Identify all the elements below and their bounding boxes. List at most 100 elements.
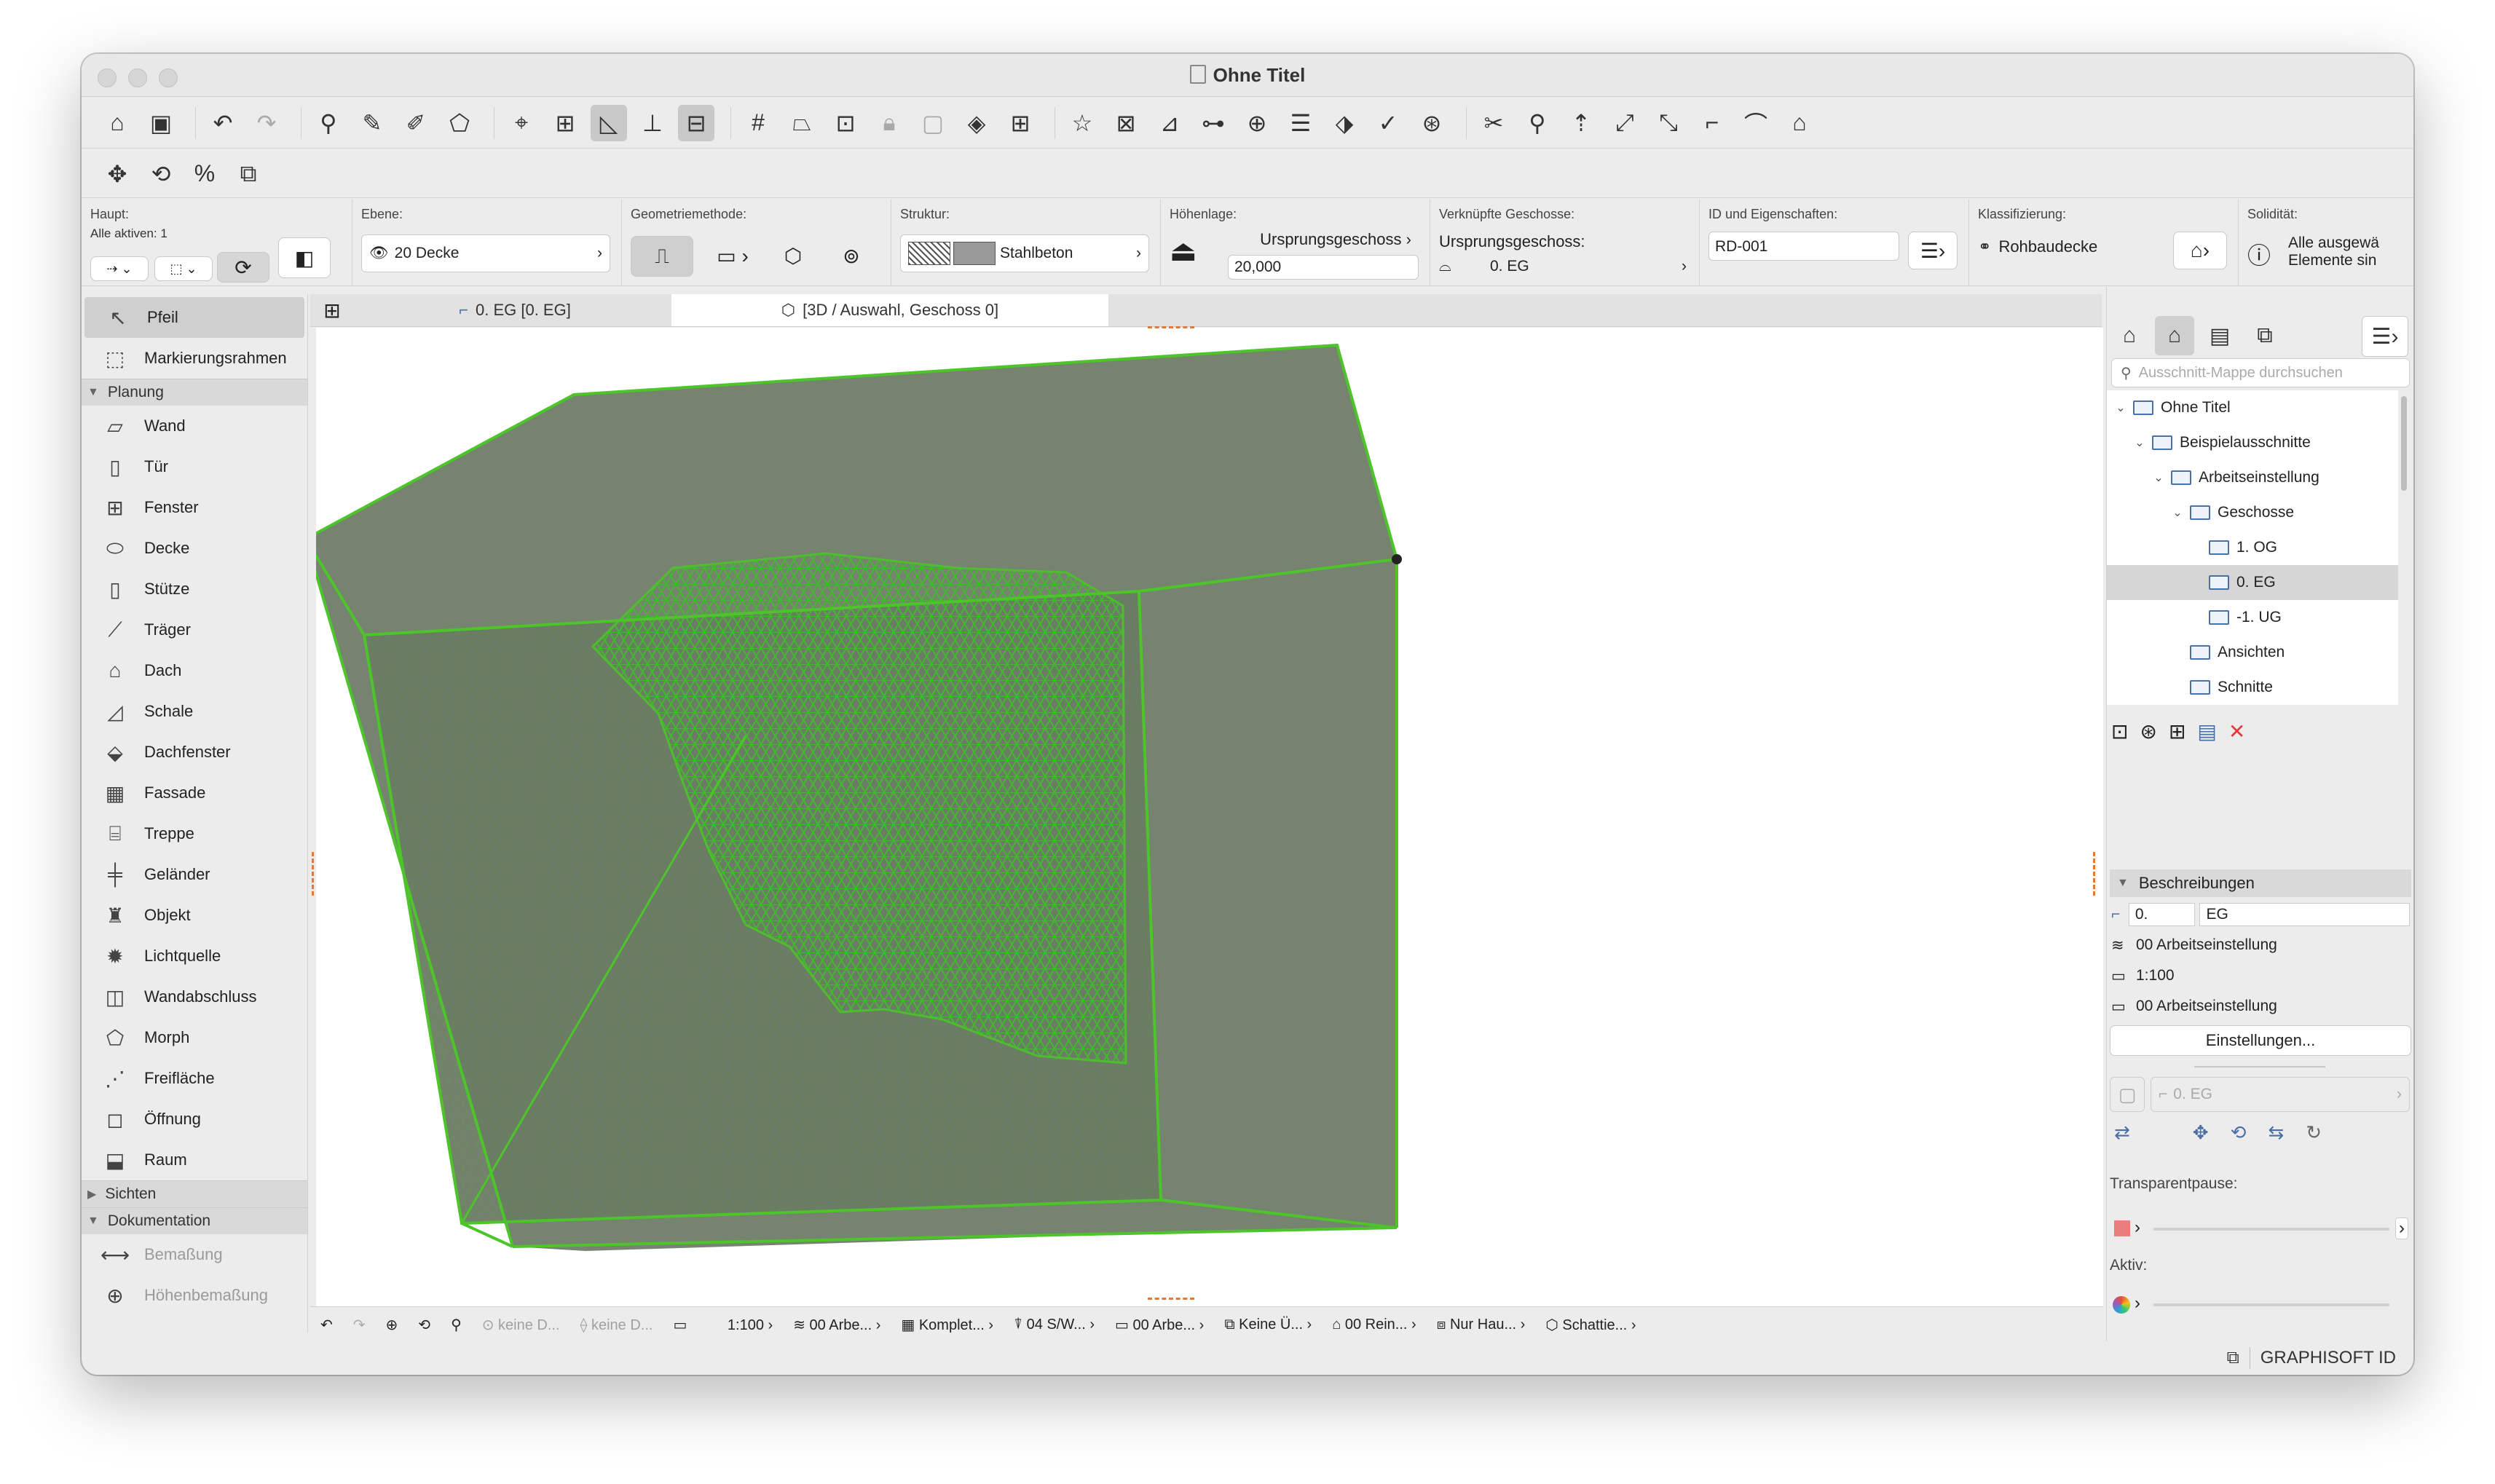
layer-select[interactable]: 👁︎ 20 Decke › (361, 234, 610, 272)
structure-display-select[interactable]: ⧈ Nur Hau... › (1427, 1317, 1536, 1333)
delete-view-icon[interactable]: ✕ (2228, 719, 2245, 743)
tool-planung_tools-8[interactable]: ⬙ Dachfenster (82, 732, 307, 773)
new-folder-icon[interactable]: ⊞ (2169, 719, 2185, 743)
gravity-icon[interactable]: ⊟ (678, 104, 714, 141)
tree-item[interactable]: ⌄ Ohne Titel (2107, 390, 2398, 425)
viewport-left-handle[interactable] (312, 852, 314, 896)
publisher-icon[interactable]: ⧉ (2245, 316, 2285, 355)
home-story-select[interactable]: ⌓ 0. EG › (1439, 258, 1687, 275)
tool-planung_tools-0[interactable]: ▱ Wand (82, 406, 307, 446)
guide-lines-icon[interactable]: ◺ (591, 104, 627, 141)
viewport-bottom-handle[interactable] (1148, 1298, 1194, 1300)
graphisoft-id-link[interactable]: GRAPHISOFT ID (2261, 1348, 2396, 1368)
3d-viewport[interactable] (304, 326, 2103, 1319)
shape-icon[interactable]: ⊛ (1414, 105, 1450, 141)
tool-planung_tools-10[interactable]: ⌸ Treppe (82, 813, 307, 854)
syringe-icon[interactable]: ✐ (398, 105, 434, 141)
orbit-icon[interactable]: ⟲ (408, 1316, 441, 1334)
tool-planung_tools-2[interactable]: ⊞ Fenster (82, 487, 307, 528)
curve-icon[interactable]: ⌒ (1738, 105, 1774, 141)
tree-item[interactable]: 0. EG (2107, 565, 2398, 600)
project-map-icon[interactable]: ⌂ (2110, 316, 2149, 355)
zoom-select[interactable]: ⊙ keine D... (472, 1316, 570, 1334)
tool-planung_tools-9[interactable]: ▦ Fassade (82, 773, 307, 813)
tool-planung_tools-13[interactable]: ✹ Lichtquelle (82, 936, 307, 976)
chevron-down-icon[interactable]: ⌄ (2151, 470, 2167, 485)
tool-planung_tools-4[interactable]: ▯ Stütze (82, 569, 307, 609)
elevate-icon[interactable]: ⇡ (1563, 105, 1599, 141)
override-select[interactable]: ⧉ Keine Ü... › (1214, 1317, 1322, 1333)
angle-select[interactable]: ⟠ keine D... (570, 1316, 663, 1334)
group-planung[interactable]: ▼ Planung (82, 379, 307, 406)
tool-planung_tools-15[interactable]: ⬠ Morph (82, 1017, 307, 1058)
group-sichten[interactable]: ▶ Sichten (82, 1180, 307, 1207)
tree-scrollbar[interactable] (2401, 396, 2407, 491)
transparent-slider[interactable] (2153, 1228, 2389, 1231)
layout-book-icon[interactable]: ▤ (2200, 316, 2239, 355)
properties-button[interactable]: ☰› (1908, 232, 1958, 269)
walk-icon[interactable]: ⚲ (441, 1316, 472, 1334)
rotate-trace-icon[interactable]: ⟲ (2231, 1121, 2247, 1144)
move-trace-icon[interactable]: ✥ (2193, 1121, 2209, 1144)
trace-view-select[interactable]: ⌐ 0. EG › (2151, 1077, 2410, 1112)
tab-overview-icon[interactable]: ⊞ (316, 299, 348, 322)
pen-set-select[interactable]: ⍒ 04 S/W... › (1004, 1317, 1105, 1333)
plane-icon[interactable]: ⏢ (784, 105, 820, 141)
viewport-top-handle[interactable] (1148, 326, 1194, 328)
classification-value[interactable]: ⚭ Rohbaudecke (1978, 237, 2097, 256)
selection-box-button[interactable]: ⬚ ⌄ (154, 256, 213, 281)
tool-planung_tools-3[interactable]: ⬭ Decke (82, 528, 307, 569)
tool-top_tools-0[interactable]: ↖ Pfeil (84, 297, 304, 338)
tool-doku_tools-0[interactable]: ⟷ Bemaßung (82, 1234, 307, 1275)
tool-planung_tools-17[interactable]: ◻ Öffnung (82, 1099, 307, 1140)
window-icon[interactable]: ⧉ (2227, 1348, 2239, 1368)
view-option-select[interactable]: ▭ 00 Arbe... › (1105, 1316, 1214, 1334)
label-icon[interactable]: ⬗ (1326, 105, 1363, 141)
layer-combo-select[interactable]: ≋ 00 Arbe... › (783, 1316, 891, 1334)
tool-doku_tools-1[interactable]: ⊕ Höhenbemaßung (82, 1275, 307, 1316)
tree-item[interactable]: -1. UG (2107, 600, 2398, 635)
tool-planung_tools-12[interactable]: ♜ Objekt (82, 895, 307, 936)
chevron-down-icon[interactable]: ⌄ (2132, 435, 2148, 450)
move-icon[interactable]: ✥ (99, 156, 135, 192)
group-dokumentation[interactable]: ▼ Dokumentation (82, 1207, 307, 1234)
clone-view-icon[interactable]: ⊛ (2140, 719, 2156, 743)
tool-planung_tools-11[interactable]: ╪ Geländer (82, 854, 307, 895)
view-map-icon[interactable]: ⌂ (2155, 316, 2194, 355)
active-slider[interactable] (2153, 1303, 2389, 1306)
tree-item[interactable]: 1. OG (2107, 530, 2398, 565)
selection-hotspot[interactable] (1392, 554, 1402, 564)
tab-floor-plan[interactable]: ⌐ 0. EG [0. EG] (358, 294, 671, 326)
undo-view-icon[interactable]: ↶ (310, 1316, 343, 1334)
copy-icon[interactable]: ⧉ (230, 156, 267, 192)
tree-item[interactable]: Ansichten (2107, 635, 2398, 670)
trace-toggle-icon[interactable]: ▢ (2110, 1077, 2145, 1112)
corner-icon[interactable]: ⌐ (1694, 105, 1730, 141)
percent-icon[interactable]: % (186, 156, 223, 192)
chevron-down-icon[interactable]: ⌄ (2169, 505, 2185, 520)
stretch-icon[interactable]: ⤡ (1650, 105, 1687, 141)
swap-icon[interactable]: ⇄ (2114, 1121, 2130, 1144)
snap-guides-icon[interactable]: ⊥ (634, 105, 671, 141)
geometry-rotate-button[interactable]: ⊚ (826, 236, 877, 275)
pick-up-icon[interactable]: ⚲ (310, 105, 347, 141)
scale-select[interactable]: ▭ 1:100 › (663, 1316, 783, 1334)
geometry-box-button[interactable]: ⬡ (768, 236, 819, 275)
undo-icon[interactable]: ↶ (205, 105, 241, 141)
tree-item[interactable]: ⌄ Arbeitseinstellung (2107, 460, 2398, 495)
renovation-select[interactable]: ⌂ 00 Rein... › (1322, 1317, 1426, 1333)
settings-button[interactable]: Einstellungen... (2110, 1025, 2411, 1056)
tool-planung_tools-1[interactable]: ▯ Tür (82, 446, 307, 487)
structure-select[interactable]: Stahlbeton › (900, 234, 1149, 272)
redo-view-icon[interactable]: ↷ (343, 1316, 376, 1334)
viewport-right-handle[interactable] (2093, 852, 2095, 896)
group-icon[interactable]: ⊞ (1002, 105, 1038, 141)
slab-settings-button[interactable]: ◧ (278, 237, 331, 278)
house-icon[interactable]: ⌂ (1781, 105, 1818, 141)
id-input[interactable]: RD-001 (1708, 232, 1899, 261)
reset-trace-icon[interactable]: ↻ (2306, 1121, 2322, 1144)
grid-icon[interactable]: # (740, 105, 776, 141)
tool-planung_tools-5[interactable]: ⟋ Träger (82, 609, 307, 650)
interior-icon[interactable]: ⊶ (1195, 105, 1231, 141)
view-name-input[interactable]: EG (2199, 903, 2410, 926)
